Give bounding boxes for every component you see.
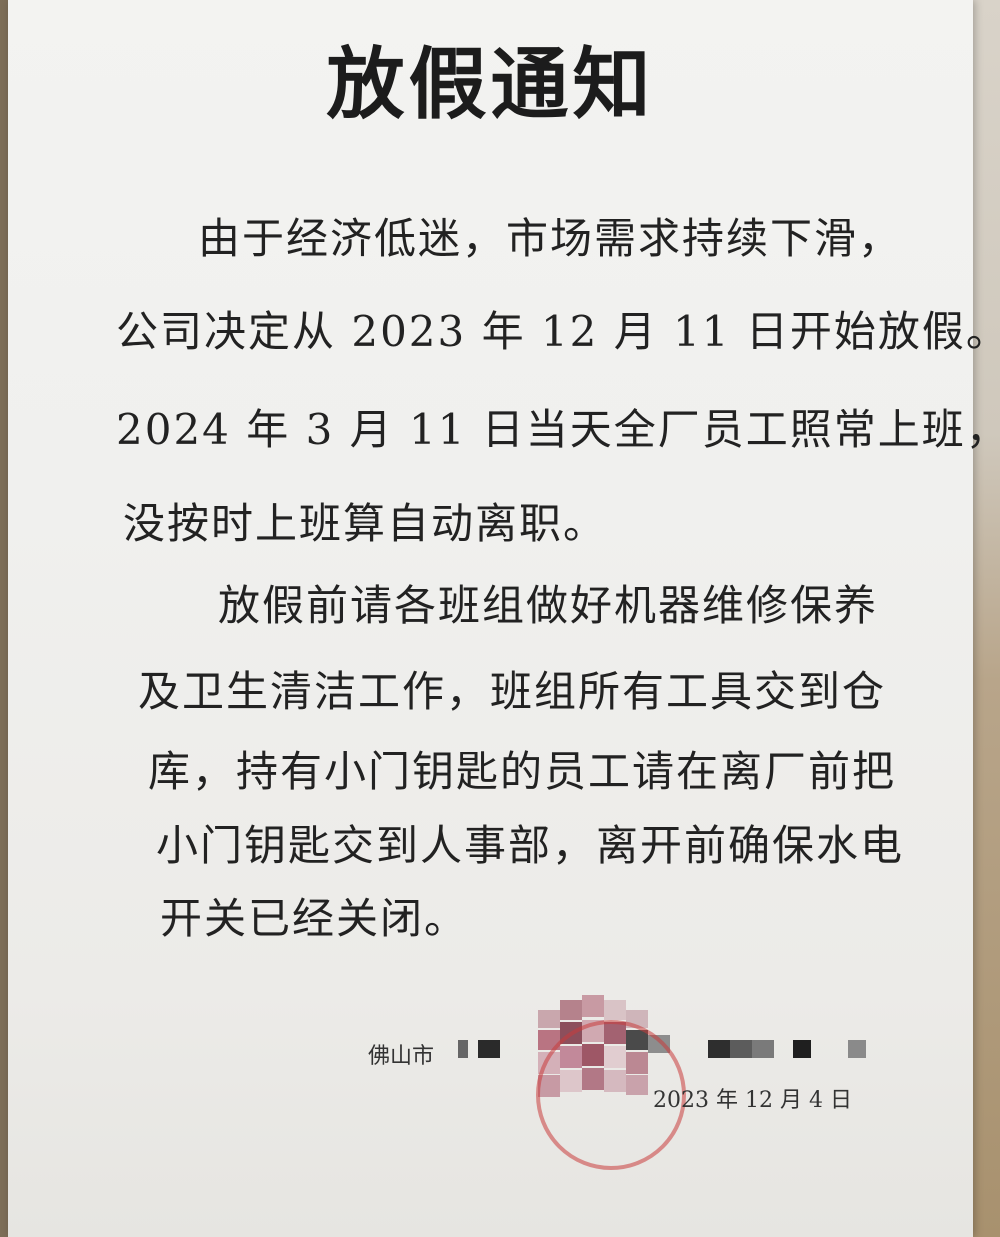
paragraph2-line: 小门钥匙交到人事部，离开前确保水电 [156, 821, 905, 870]
paragraph1-line: 没按时上班算自动离职。 [123, 499, 608, 548]
paragraph1-line: 2024 年 3 月 11 日当天全厂员工照常上班， [116, 405, 1000, 454]
paragraph1-line: 由于经济低迷，市场需求持续下滑， [198, 214, 903, 263]
company-name-prefix: 佛山市 [368, 1044, 435, 1069]
notice-title: 放假通知 [326, 39, 655, 130]
notice-paper: 放假通知 由于经济低迷，市场需求持续下滑， 公司决定从 2023 年 12 月 … [8, 0, 1000, 1237]
notice-date: 2023 年 12 月 4 日 [653, 1088, 852, 1113]
paragraph2-line: 库，持有小门钥匙的员工请在离厂前把 [148, 747, 897, 796]
paragraph2-line: 及卫生清洁工作，班组所有工具交到仓 [138, 667, 887, 716]
paragraph2-line: 放假前请各班组做好机器维修保养 [218, 581, 879, 630]
paragraph2-line: 开关已经关闭。 [160, 894, 469, 943]
paragraph1-line: 公司决定从 2023 年 12 月 11 日开始放假。 [116, 307, 1000, 356]
